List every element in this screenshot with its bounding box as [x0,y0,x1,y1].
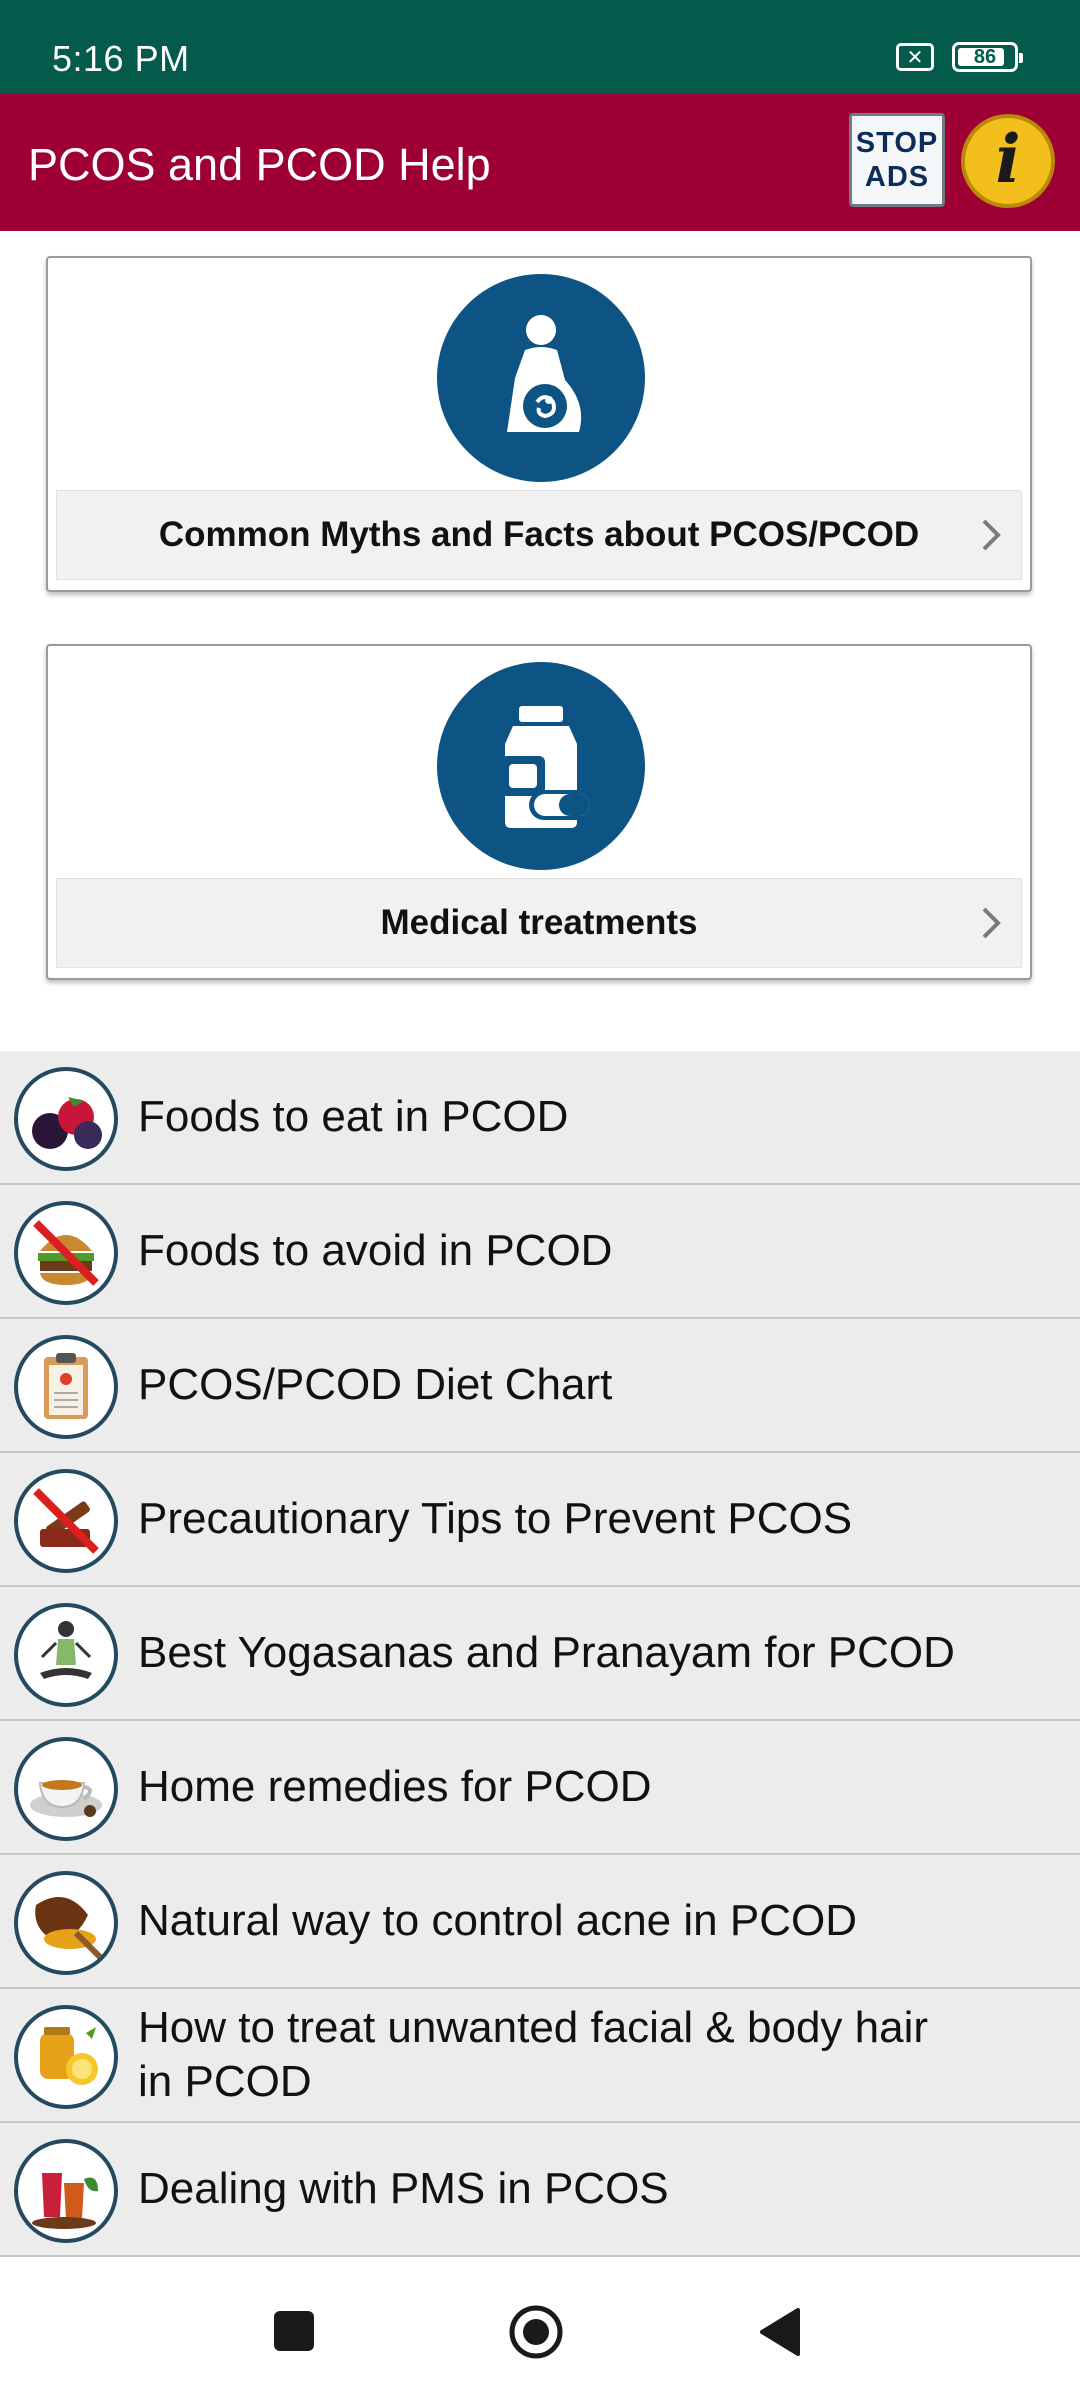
list-item-label: Best Yogasanas and Pranayam for PCOD [138,1628,955,1677]
list-item-foods-to-avoid[interactable]: Foods to avoid in PCOD [0,1185,1080,1319]
battery-icon: 86 [952,42,1023,72]
list-item-label: Foods to eat in PCOD [138,1092,569,1141]
list-item-label: Precautionary Tips to Prevent PCOS [138,1494,853,1543]
card-myths-facts[interactable]: Common Myths and Facts about PCOS/PCOD [46,256,1032,592]
circle-home-icon[interactable] [508,2304,564,2360]
stop-ads-line2: ADS [864,161,930,193]
chevron-right-icon [982,907,1001,939]
herbal-juice-icon [14,2139,118,2243]
triangle-back-icon[interactable] [756,2306,804,2358]
list-item-label: Dealing with PMS in PCOS [138,2164,669,2213]
stop-ads-button[interactable]: STOP ADS [849,113,945,207]
page-title: PCOS and PCOD Help [28,139,491,190]
info-icon: i [995,120,1021,198]
system-nav-bar [0,2267,1080,2400]
list-item-label: PCOS/PCOD Diet Chart [138,1360,613,1409]
turmeric-bowl-icon [14,1871,118,1975]
close-box-icon: ✕ [896,43,934,71]
list-item-dealing-pms[interactable]: Dealing with PMS in PCOS [0,2123,1080,2257]
medicine-bottle-pill-icon [437,662,645,870]
battery-level: 86 [973,45,997,68]
clipboard-icon [14,1335,118,1439]
status-icons: ✕ 86 [896,42,1023,72]
status-bar: 5:16 PM ✕ 86 [0,0,1080,93]
card-footer: Common Myths and Facts about PCOS/PCOD [56,490,1022,580]
square-recents-icon[interactable] [272,2309,316,2353]
topic-list: Foods to eat in PCOD Foods to avoid in P… [0,1051,1080,2257]
status-time: 5:16 PM [52,38,190,79]
honey-lemon-icon [14,2005,118,2109]
stop-ads-line1: STOP [855,127,939,159]
list-item-diet-chart[interactable]: PCOS/PCOD Diet Chart [0,1319,1080,1453]
info-button[interactable]: i [961,114,1055,208]
app-bar: PCOS and PCOD Help STOP ADS i [0,93,1080,231]
list-item-yogasanas[interactable]: Best Yogasanas and Pranayam for PCOD [0,1587,1080,1721]
card-footer: Medical treatments [56,878,1022,968]
list-item-home-remedies[interactable]: Home remedies for PCOD [0,1721,1080,1855]
list-item-unwanted-hair[interactable]: How to treat unwanted facial & body hair… [0,1989,1080,2123]
chevron-right-icon [982,519,1001,551]
list-item-label: How to treat unwanted facial & body hair… [138,2003,929,2106]
no-smoking-icon [14,1469,118,1573]
list-item-label: Natural way to control acne in PCOD [138,1896,857,1945]
list-item-precautionary-tips[interactable]: Precautionary Tips to Prevent PCOS [0,1453,1080,1587]
list-item-control-acne[interactable]: Natural way to control acne in PCOD [0,1855,1080,1989]
list-item-label: Foods to avoid in PCOD [138,1226,613,1275]
cards-area: Common Myths and Facts about PCOS/PCOD M… [0,231,1080,1051]
berries-icon [14,1067,118,1171]
no-burger-icon [14,1201,118,1305]
card-medical-treatments[interactable]: Medical treatments [46,644,1032,980]
list-item-label: Home remedies for PCOD [138,1762,652,1811]
pregnant-woman-icon [437,274,645,482]
list-item-foods-to-eat[interactable]: Foods to eat in PCOD [0,1051,1080,1185]
card-label: Common Myths and Facts about PCOS/PCOD [158,515,920,554]
yoga-pose-icon [14,1603,118,1707]
tea-cup-icon [14,1737,118,1841]
card-label: Medical treatments [380,903,698,942]
